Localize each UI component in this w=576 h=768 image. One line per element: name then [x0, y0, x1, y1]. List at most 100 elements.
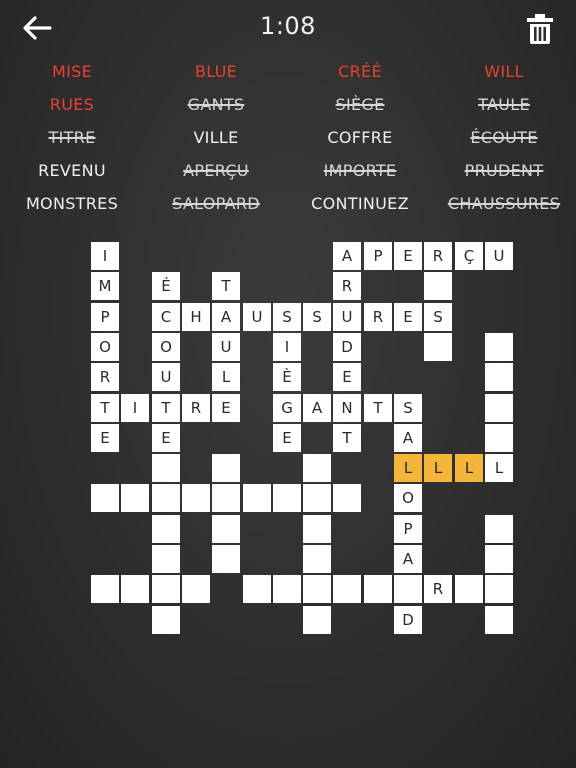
- grid-cell[interactable]: A: [333, 242, 361, 270]
- grid-cell[interactable]: T: [91, 394, 119, 422]
- grid-cell[interactable]: [152, 575, 180, 603]
- grid-cell[interactable]: [91, 575, 119, 603]
- grid-cell[interactable]: [212, 484, 240, 512]
- grid-cell[interactable]: [424, 333, 452, 361]
- grid-cell[interactable]: R: [333, 272, 361, 300]
- grid-cell[interactable]: N: [333, 394, 361, 422]
- grid-cell[interactable]: H: [182, 303, 210, 331]
- grid-cell[interactable]: [303, 515, 331, 543]
- grid-cell[interactable]: E: [273, 424, 301, 452]
- grid-cell[interactable]: E: [152, 424, 180, 452]
- grid-cell[interactable]: U: [243, 303, 271, 331]
- grid-cell[interactable]: Ç: [455, 242, 483, 270]
- grid-cell[interactable]: [485, 515, 513, 543]
- grid-cell[interactable]: [303, 545, 331, 573]
- grid-cell[interactable]: O: [152, 333, 180, 361]
- grid-cell[interactable]: U: [333, 303, 361, 331]
- grid-cell[interactable]: T: [152, 394, 180, 422]
- grid-cell[interactable]: A: [212, 303, 240, 331]
- grid-cell[interactable]: [212, 515, 240, 543]
- grid-cell[interactable]: U: [212, 333, 240, 361]
- grid-cell[interactable]: L: [485, 454, 513, 482]
- grid-cell[interactable]: G: [273, 394, 301, 422]
- grid-cell[interactable]: T: [364, 394, 392, 422]
- grid-cell[interactable]: O: [394, 484, 422, 512]
- grid-cell[interactable]: L: [212, 363, 240, 391]
- grid-cell[interactable]: [424, 272, 452, 300]
- grid-cell[interactable]: M: [91, 272, 119, 300]
- grid-cell[interactable]: T: [212, 272, 240, 300]
- grid-cell[interactable]: S: [273, 303, 301, 331]
- grid-cell[interactable]: [333, 575, 361, 603]
- delete-button[interactable]: [524, 12, 556, 46]
- grid-cell[interactable]: [273, 484, 301, 512]
- grid-cell[interactable]: [182, 484, 210, 512]
- grid-cell[interactable]: D: [333, 333, 361, 361]
- grid-cell[interactable]: L: [394, 454, 422, 482]
- grid-cell[interactable]: [303, 606, 331, 634]
- grid-cell[interactable]: [485, 575, 513, 603]
- grid-cell[interactable]: I: [91, 242, 119, 270]
- grid-cell[interactable]: [152, 606, 180, 634]
- grid-cell[interactable]: R: [424, 575, 452, 603]
- grid-cell[interactable]: [303, 454, 331, 482]
- grid-cell[interactable]: [303, 575, 331, 603]
- grid-cell[interactable]: [394, 575, 422, 603]
- grid-cell[interactable]: E: [333, 363, 361, 391]
- grid-cell[interactable]: O: [91, 333, 119, 361]
- grid-cell[interactable]: T: [333, 424, 361, 452]
- grid-cell[interactable]: L: [455, 454, 483, 482]
- grid-cell[interactable]: [212, 545, 240, 573]
- grid-cell[interactable]: E: [394, 242, 422, 270]
- grid-cell[interactable]: [485, 363, 513, 391]
- grid-cell[interactable]: [273, 575, 301, 603]
- grid-cell[interactable]: É: [152, 272, 180, 300]
- grid-cell[interactable]: E: [394, 303, 422, 331]
- grid-cell[interactable]: R: [91, 363, 119, 391]
- grid-cell[interactable]: A: [303, 394, 331, 422]
- grid-cell[interactable]: S: [394, 394, 422, 422]
- grid-cell[interactable]: È: [273, 363, 301, 391]
- grid-cell[interactable]: [303, 484, 331, 512]
- grid-cell[interactable]: [212, 454, 240, 482]
- grid-cell[interactable]: E: [91, 424, 119, 452]
- grid-cell[interactable]: [485, 394, 513, 422]
- grid-cell[interactable]: [243, 575, 271, 603]
- grid-cell[interactable]: [152, 454, 180, 482]
- grid-cell[interactable]: [485, 606, 513, 634]
- grid-cell[interactable]: [152, 545, 180, 573]
- crossword-grid[interactable]: IAPERÇUMÉTRPCHAUSSURESOOUIDRULÈETITREGAN…: [91, 242, 513, 638]
- grid-cell[interactable]: E: [212, 394, 240, 422]
- grid-cell[interactable]: [182, 575, 210, 603]
- grid-cell[interactable]: P: [91, 303, 119, 331]
- grid-cell[interactable]: P: [394, 515, 422, 543]
- grid-cell[interactable]: [121, 575, 149, 603]
- grid-cell[interactable]: [152, 484, 180, 512]
- grid-cell[interactable]: [485, 424, 513, 452]
- grid-cell[interactable]: [455, 575, 483, 603]
- grid-cell[interactable]: [485, 545, 513, 573]
- grid-cell[interactable]: [91, 484, 119, 512]
- grid-cell[interactable]: [364, 575, 392, 603]
- grid-cell[interactable]: [485, 333, 513, 361]
- word-row: TITRE VILLE COFFRE ÉCOUTE: [0, 124, 576, 157]
- grid-cell[interactable]: S: [424, 303, 452, 331]
- grid-cell[interactable]: R: [182, 394, 210, 422]
- grid-cell[interactable]: U: [152, 363, 180, 391]
- grid-cell[interactable]: A: [394, 545, 422, 573]
- grid-cell[interactable]: R: [424, 242, 452, 270]
- grid-cell[interactable]: R: [364, 303, 392, 331]
- grid-cell[interactable]: [121, 484, 149, 512]
- grid-cell[interactable]: D: [394, 606, 422, 634]
- grid-cell[interactable]: C: [152, 303, 180, 331]
- grid-cell[interactable]: [333, 484, 361, 512]
- grid-cell[interactable]: A: [394, 424, 422, 452]
- grid-cell[interactable]: I: [273, 333, 301, 361]
- grid-cell[interactable]: U: [485, 242, 513, 270]
- grid-cell[interactable]: I: [121, 394, 149, 422]
- grid-cell[interactable]: P: [364, 242, 392, 270]
- grid-cell[interactable]: L: [424, 454, 452, 482]
- grid-cell[interactable]: [152, 515, 180, 543]
- grid-cell[interactable]: S: [303, 303, 331, 331]
- grid-cell[interactable]: [243, 484, 271, 512]
